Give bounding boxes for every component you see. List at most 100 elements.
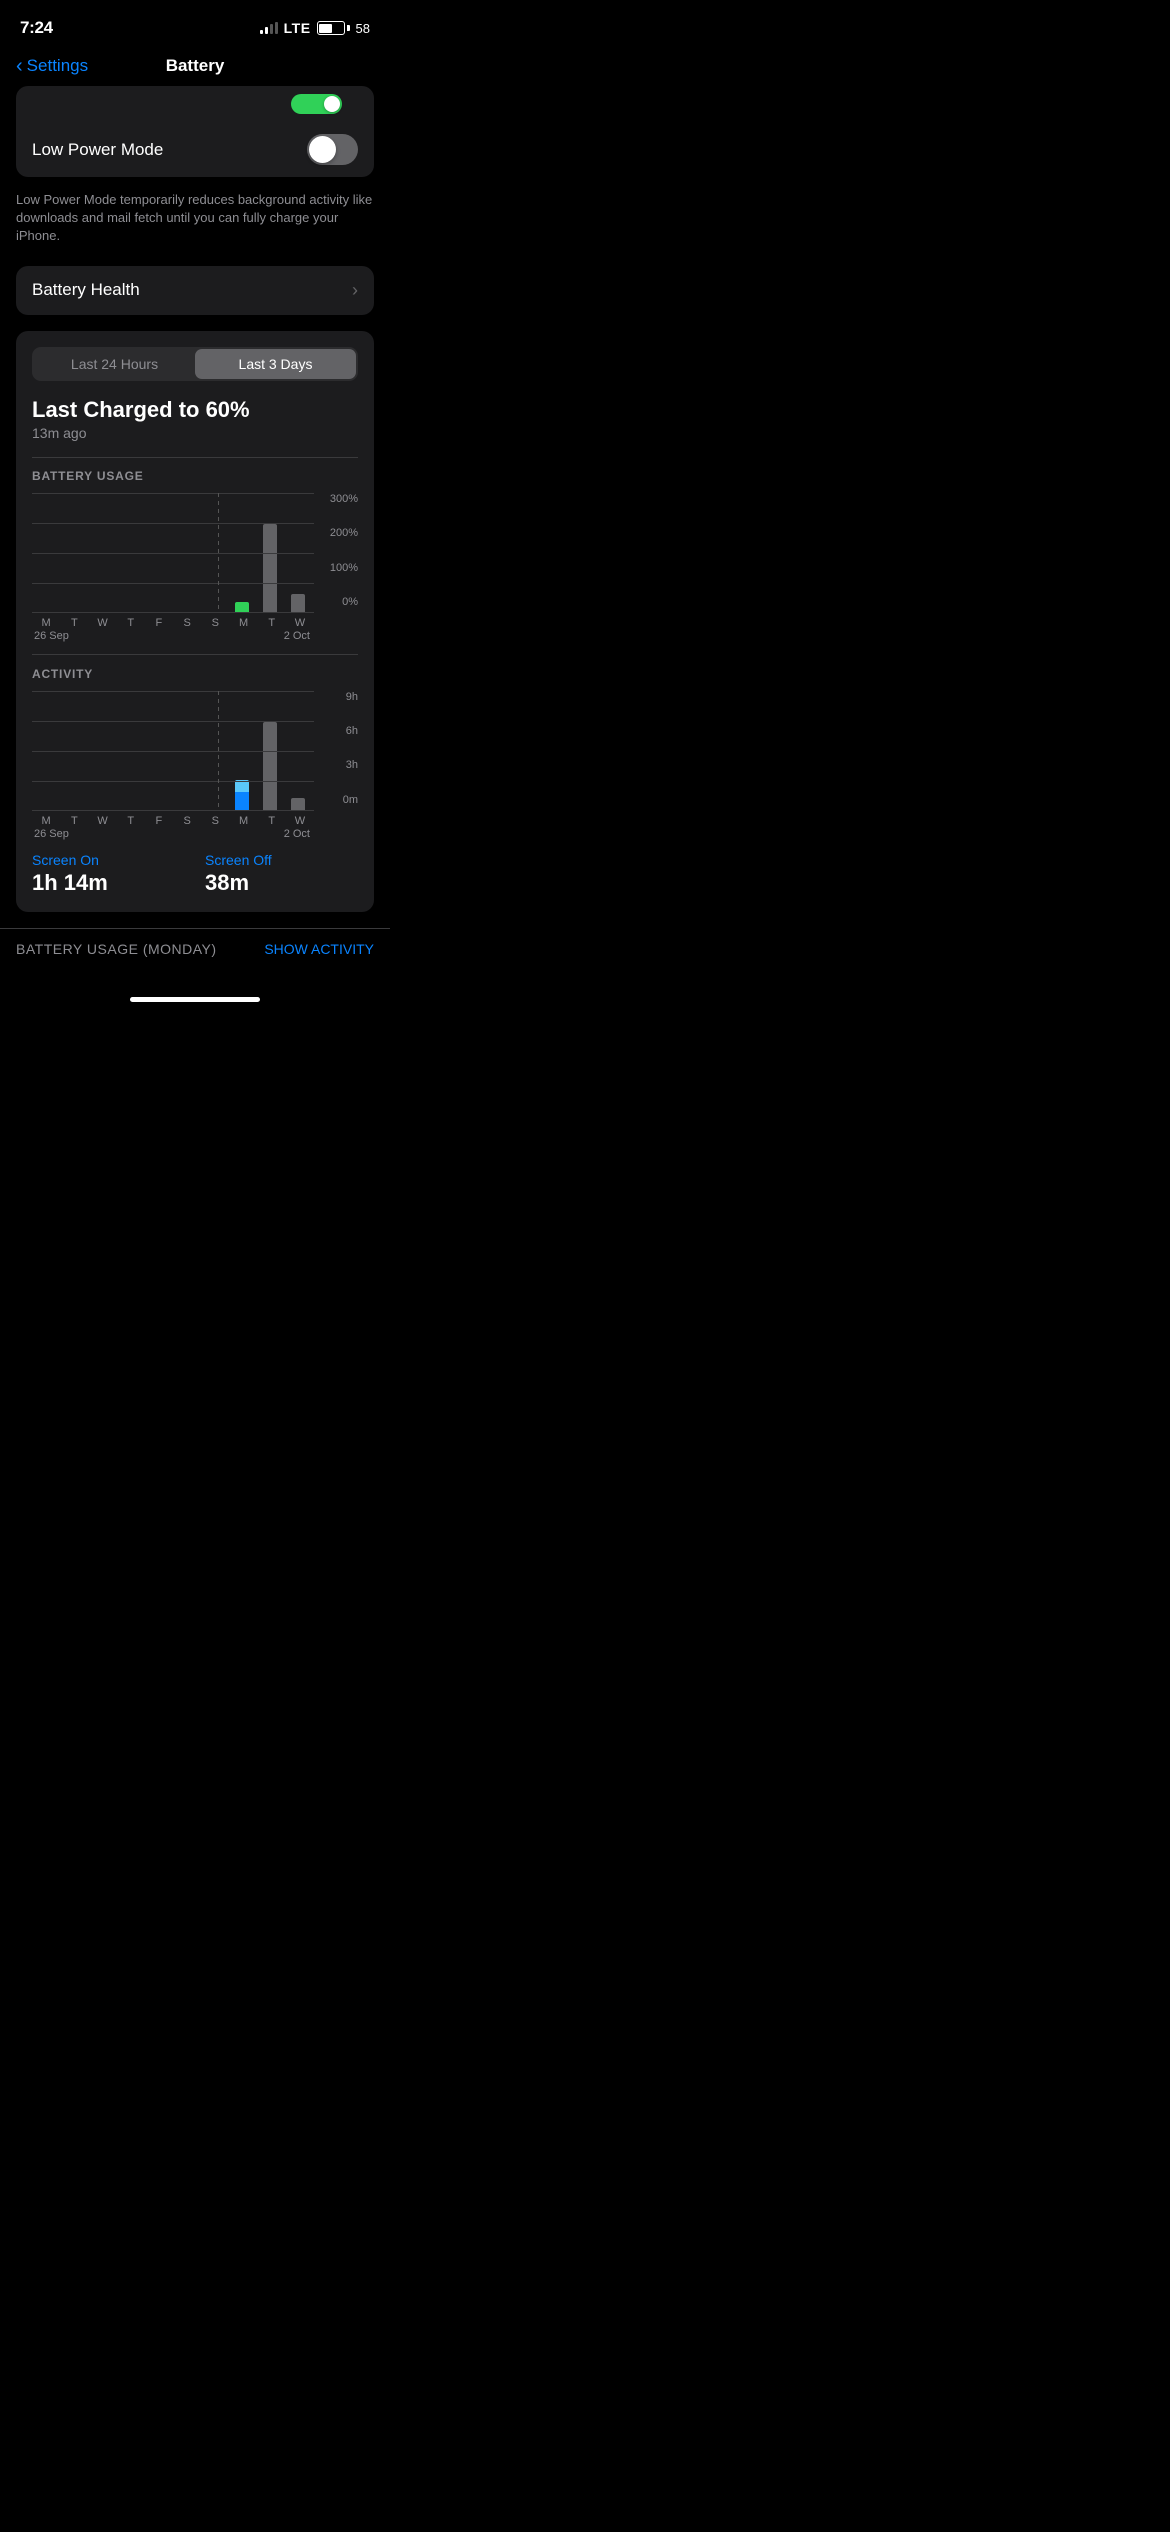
lte-label: LTE [284, 20, 311, 36]
signal-bar-3 [270, 24, 273, 34]
screen-off-value: 38m [205, 870, 358, 896]
grid-line-2 [32, 553, 314, 554]
ax-S1: S [173, 815, 201, 827]
battery-health-row[interactable]: Battery Health › [16, 266, 374, 315]
last-charged-sub: 13m ago [32, 425, 358, 441]
toggle-knob [309, 136, 336, 163]
act-bar-7-bot [235, 792, 249, 810]
home-indicator [0, 989, 390, 1006]
battery-health-label: Battery Health [32, 280, 140, 300]
signal-bar-1 [260, 30, 263, 34]
x-label-S2: S [201, 617, 229, 629]
activity-chart-area: M T W T F S S M T W 26 Sep 2 Oct [32, 691, 314, 840]
chart-vertical-divider [218, 493, 219, 613]
signal-bar-4 [275, 22, 278, 34]
x-label-S1: S [173, 617, 201, 629]
low-power-mode-toggle[interactable] [307, 134, 358, 165]
act-stacked-7 [235, 780, 249, 810]
screen-on-stat: Screen On 1h 14m [32, 852, 185, 896]
ax-M2: M [229, 815, 257, 827]
status-bar: 7:24 LTE 58 [0, 0, 390, 48]
x-dates-battery: 26 Sep 2 Oct [32, 630, 314, 642]
activity-section: ACTIVITY [32, 667, 358, 840]
y-act-0m: 0m [343, 794, 358, 806]
divider-1 [32, 457, 358, 458]
x-label-T2: T [117, 617, 145, 629]
act-bar-7-top [235, 780, 249, 792]
x-date-oct: 2 Oct [284, 630, 314, 642]
low-power-mode-description: Low Power Mode temporarily reduces backg… [0, 183, 390, 258]
activity-label: ACTIVITY [32, 667, 358, 681]
grid-line-3 [32, 583, 314, 584]
screen-off-label: Screen Off [205, 852, 358, 868]
ax-date-oct: 2 Oct [284, 828, 314, 840]
y-act-3h: 3h [346, 759, 358, 771]
act-grid-4 [32, 810, 314, 811]
partial-toggle-row [16, 86, 374, 122]
y-act-9h: 9h [346, 691, 358, 703]
act-vertical-divider [218, 691, 219, 811]
ax-T2: T [117, 815, 145, 827]
segment-last-3days[interactable]: Last 3 Days [195, 349, 356, 379]
signal-bars [260, 22, 278, 34]
x-label-W2: W [286, 617, 314, 629]
y-label-100: 100% [330, 562, 358, 574]
screen-stats: Screen On 1h 14m Screen Off 38m [32, 852, 358, 896]
partial-toggle[interactable] [291, 94, 342, 114]
act-grid-3 [32, 781, 314, 782]
status-time: 7:24 [20, 18, 53, 38]
activity-chart: M T W T F S S M T W 26 Sep 2 Oct [32, 691, 358, 840]
battery-body [317, 21, 345, 35]
grid-line-top [32, 493, 314, 494]
segment-last-24h[interactable]: Last 24 Hours [34, 349, 195, 379]
x-label-W1: W [88, 617, 116, 629]
screen-on-value: 1h 14m [32, 870, 185, 896]
chart-grid-container [32, 493, 314, 613]
act-grid-0 [32, 691, 314, 692]
ax-S2: S [201, 815, 229, 827]
y-label-300: 300% [330, 493, 358, 505]
page-title: Battery [166, 56, 225, 76]
act-bar-8 [263, 722, 277, 810]
low-power-mode-card: Low Power Mode [16, 122, 374, 177]
y-act-6h: 6h [346, 725, 358, 737]
charts-section: Last 24 Hours Last 3 Days Last Charged t… [16, 331, 374, 912]
low-power-mode-row[interactable]: Low Power Mode [16, 122, 374, 177]
y-label-200: 200% [330, 527, 358, 539]
ax-T3: T [258, 815, 286, 827]
x-label-T1: T [60, 617, 88, 629]
ax-W2: W [286, 815, 314, 827]
battery-tip [347, 25, 350, 31]
grid-line-1 [32, 523, 314, 524]
ax-date-sep: 26 Sep [32, 828, 69, 840]
content: Low Power Mode Low Power Mode temporaril… [0, 86, 390, 989]
battery-usage-section: BATTERY USAGE [32, 469, 358, 642]
low-power-mode-label: Low Power Mode [32, 140, 163, 160]
battery-usage-label: BATTERY USAGE [32, 469, 358, 483]
y-axis-battery: 300% 200% 100% 0% [314, 493, 358, 642]
battery-usage-chart-area: M T W T F S S M T W 26 Sep 2 Oct [32, 493, 314, 642]
x-labels-activity: M T W T F S S M T W [32, 815, 314, 827]
x-dates-activity: 26 Sep 2 Oct [32, 828, 314, 840]
screen-off-stat: Screen Off 38m [205, 852, 358, 896]
ax-T1: T [60, 815, 88, 827]
last-charged-info: Last Charged to 60% 13m ago [32, 397, 358, 441]
nav-back-label: Settings [27, 56, 88, 76]
act-bar-9 [291, 798, 305, 810]
back-chevron-icon: ‹ [16, 56, 23, 76]
battery-fill [319, 24, 332, 33]
screen-on-label: Screen On [32, 852, 185, 868]
x-label-M1: M [32, 617, 60, 629]
bar-7 [235, 602, 249, 612]
nav-back-button[interactable]: ‹ Settings [16, 56, 88, 76]
act-grid-2 [32, 751, 314, 752]
status-right: LTE 58 [260, 20, 370, 36]
grid-line-bottom [32, 612, 314, 613]
bar-8 [263, 524, 277, 612]
show-activity-button[interactable]: SHOW ACTIVITY [264, 941, 374, 957]
bottom-bar: BATTERY USAGE (MONDAY) SHOW ACTIVITY [0, 928, 390, 969]
ax-M1: M [32, 815, 60, 827]
battery-usage-chart: M T W T F S S M T W 26 Sep 2 Oct [32, 493, 358, 642]
segment-control[interactable]: Last 24 Hours Last 3 Days [32, 347, 358, 381]
signal-bar-2 [265, 27, 268, 34]
